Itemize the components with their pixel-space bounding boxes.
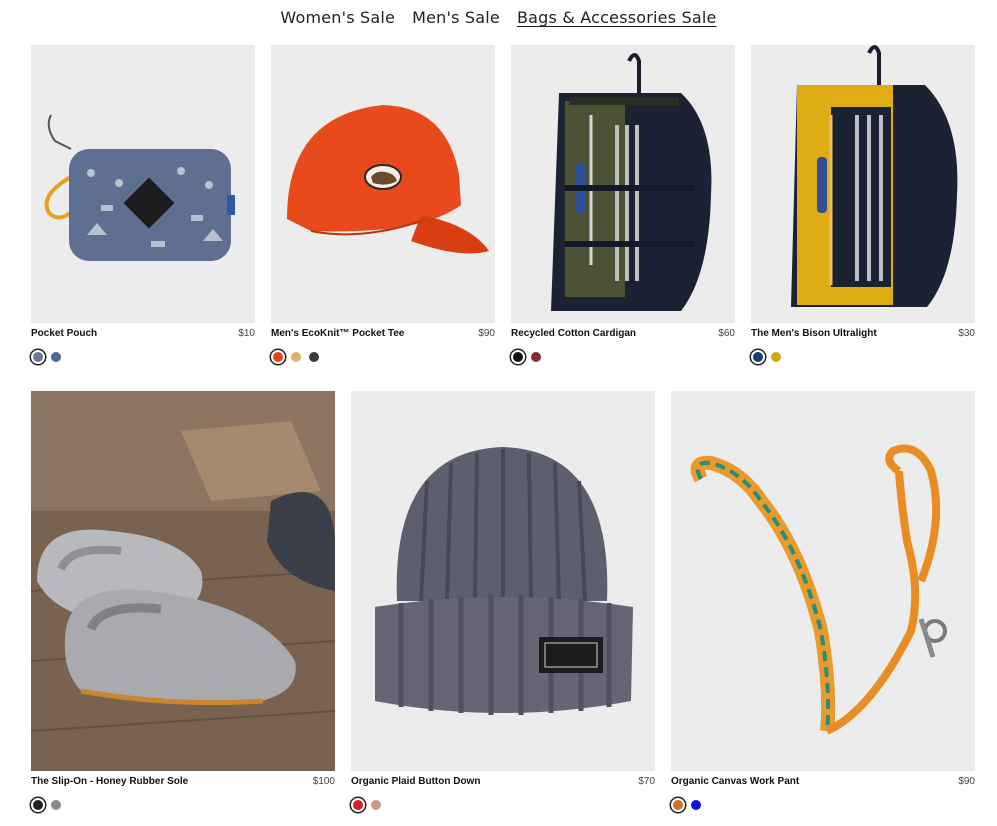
color-swatches [271, 350, 495, 364]
product-name[interactable]: Organic Plaid Button Down [351, 775, 480, 788]
product-image[interactable] [31, 45, 255, 323]
product-price: $10 [238, 328, 255, 339]
product-price: $30 [958, 328, 975, 339]
color-swatch[interactable] [289, 350, 303, 364]
product-card[interactable]: The Slip-On - Honey Rubber Sole $100 [31, 391, 335, 812]
product-meta: Organic Plaid Button Down $70 [351, 775, 655, 788]
product-meta: The Men's Bison Ultralight $30 [751, 327, 975, 340]
straw-kit-olive-icon [551, 53, 712, 311]
product-card[interactable]: Recycled Cotton Cardigan $60 [511, 45, 735, 364]
color-swatch[interactable] [307, 350, 321, 364]
color-swatch[interactable] [769, 350, 783, 364]
product-name[interactable]: Organic Canvas Work Pant [671, 775, 799, 788]
color-swatches [751, 350, 975, 364]
straw-kit-yellow-icon [791, 45, 958, 307]
color-swatches [31, 350, 255, 364]
color-swatch[interactable] [31, 350, 45, 364]
pouch-icon [44, 114, 235, 261]
product-card[interactable]: Organic Plaid Button Down $70 [351, 391, 655, 812]
product-meta: Organic Canvas Work Pant $90 [671, 775, 975, 788]
color-swatch[interactable] [351, 798, 365, 812]
product-meta: The Slip-On - Honey Rubber Sole $100 [31, 775, 335, 788]
beanie-icon [375, 447, 633, 715]
product-price: $100 [312, 776, 335, 787]
product-image[interactable] [751, 45, 975, 323]
product-name[interactable]: Recycled Cotton Cardigan [511, 327, 636, 340]
product-card[interactable]: Organic Canvas Work Pant $90 [671, 391, 975, 812]
product-image[interactable] [511, 45, 735, 323]
color-swatch[interactable] [49, 798, 63, 812]
product-price: $90 [958, 776, 975, 787]
product-price: $70 [638, 776, 655, 787]
tab-bags-accessories-sale[interactable]: Bags & Accessories Sale [517, 6, 717, 29]
color-swatch[interactable] [271, 350, 285, 364]
product-name[interactable]: The Men's Bison Ultralight [751, 327, 877, 340]
product-meta: Pocket Pouch $10 [31, 327, 255, 340]
color-swatches [511, 350, 735, 364]
product-image[interactable] [271, 45, 495, 323]
product-name[interactable]: Pocket Pouch [31, 327, 97, 340]
product-meta: Men's EcoKnit™ Pocket Tee $90 [271, 327, 495, 340]
color-swatch[interactable] [671, 798, 685, 812]
color-swatch[interactable] [369, 798, 383, 812]
color-swatch[interactable] [31, 798, 45, 812]
product-name[interactable]: The Slip-On - Honey Rubber Sole [31, 775, 188, 788]
product-image[interactable] [351, 391, 655, 771]
product-card[interactable]: Pocket Pouch $10 [31, 45, 255, 364]
leash-icon [690, 444, 947, 735]
product-image[interactable] [671, 391, 975, 771]
color-swatches [671, 798, 975, 812]
product-image[interactable] [31, 391, 335, 771]
color-swatch[interactable] [689, 798, 703, 812]
product-card[interactable]: Men's EcoKnit™ Pocket Tee $90 [271, 45, 495, 364]
color-swatches [351, 798, 655, 812]
felt-slippers-icon [31, 391, 335, 771]
product-price: $90 [478, 328, 495, 339]
cap-icon [287, 105, 489, 254]
product-price: $60 [718, 328, 735, 339]
color-swatch[interactable] [511, 350, 525, 364]
product-card[interactable]: The Men's Bison Ultralight $30 [751, 45, 975, 364]
category-tabs: Women's Sale Men's Sale Bags & Accessori… [0, 6, 997, 29]
tab-mens-sale[interactable]: Men's Sale [412, 6, 500, 29]
tab-womens-sale[interactable]: Women's Sale [280, 6, 395, 29]
product-meta: Recycled Cotton Cardigan $60 [511, 327, 735, 340]
color-swatch[interactable] [49, 350, 63, 364]
color-swatch[interactable] [529, 350, 543, 364]
color-swatches [31, 798, 335, 812]
color-swatch[interactable] [751, 350, 765, 364]
product-name[interactable]: Men's EcoKnit™ Pocket Tee [271, 327, 404, 340]
